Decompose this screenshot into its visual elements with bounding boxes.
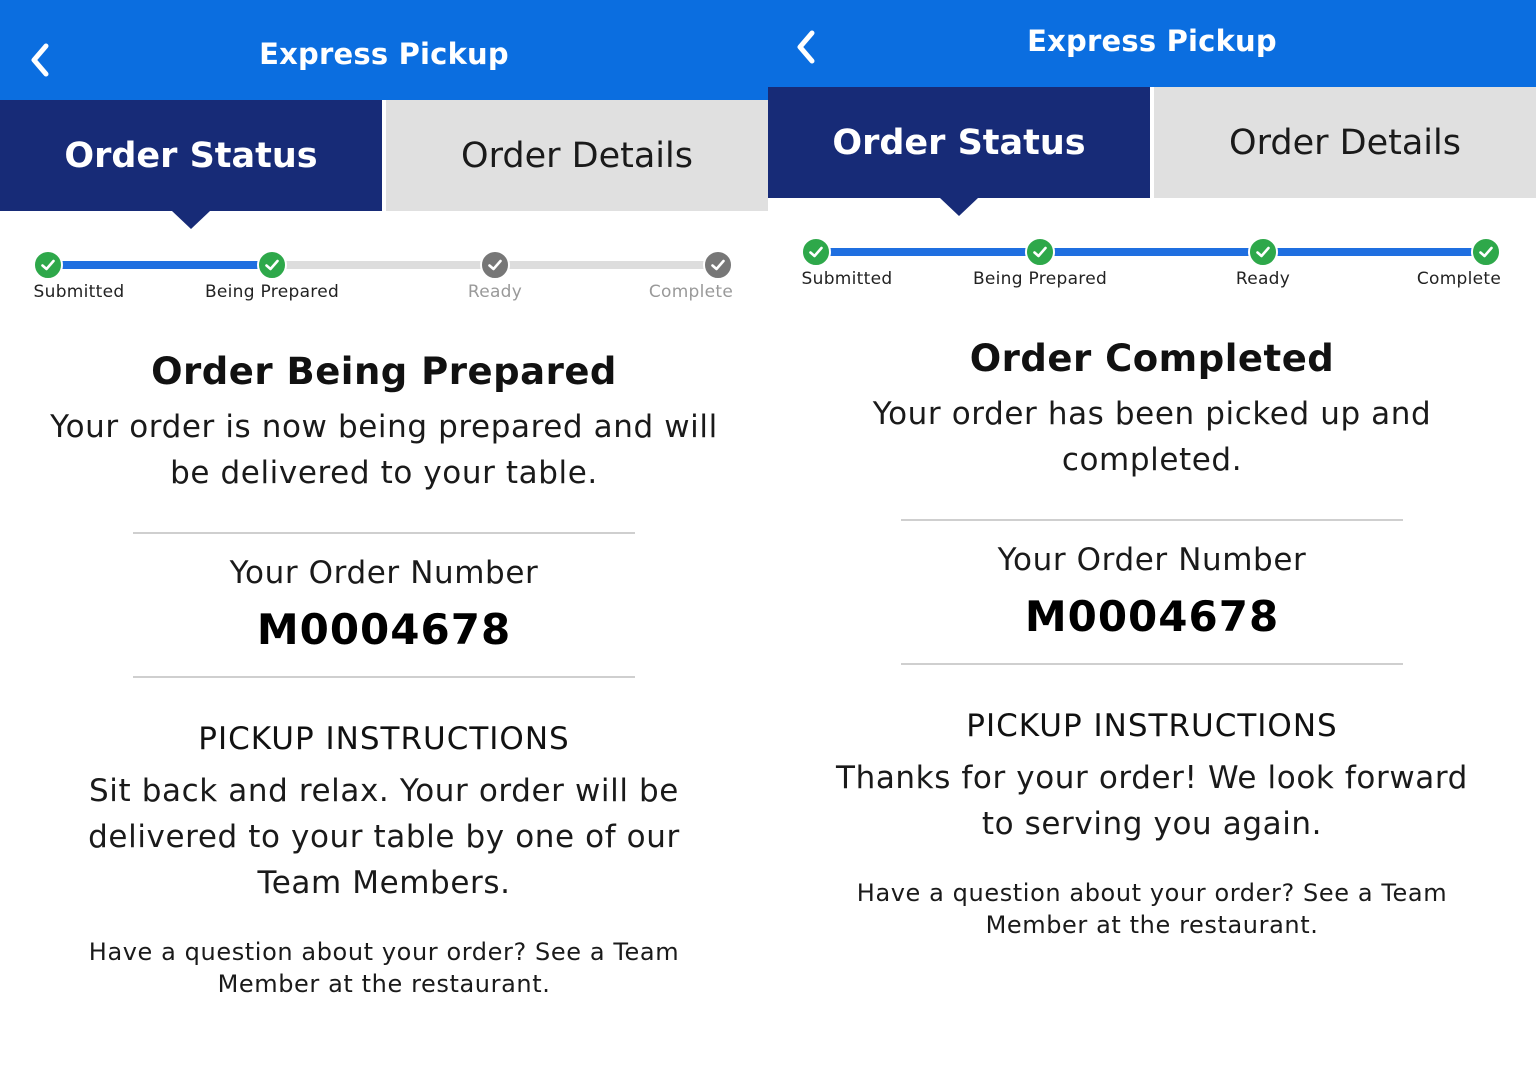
order-number-label: Your Order Number: [997, 542, 1307, 578]
check-icon: [488, 259, 502, 271]
order-number-label: Your Order Number: [229, 555, 539, 591]
order-number: M0004678: [256, 605, 512, 654]
check-icon: [1479, 246, 1493, 258]
help-text: Have a question about your order? See a …: [856, 879, 1448, 939]
active-tab-pointer: [940, 198, 978, 216]
pickup-instructions-title: PICKUP INSTRUCTIONS: [198, 721, 570, 757]
step-indicator: [33, 250, 63, 280]
step-indicator: [703, 250, 733, 280]
status-message: Your order is now being prepared and wil…: [50, 409, 718, 491]
check-icon: [1033, 246, 1047, 258]
progress-segment: [272, 261, 495, 269]
divider: [901, 663, 1403, 665]
page-title: Express Pickup: [259, 37, 509, 71]
header-bar: Express Pickup: [0, 0, 768, 100]
divider: [901, 519, 1403, 521]
order-number: M0004678: [1024, 592, 1280, 641]
status-heading: Order Completed: [969, 337, 1335, 380]
tab-order-details[interactable]: Order Details: [386, 100, 768, 211]
page-title: Express Pickup: [1027, 24, 1277, 58]
active-tab-pointer: [172, 211, 210, 229]
step-label: Being Prepared: [972, 269, 1108, 289]
progress-segment: [1040, 248, 1263, 256]
step-label: Complete: [1416, 269, 1502, 289]
tab-order-status[interactable]: Order Status: [0, 100, 382, 229]
check-icon: [809, 246, 823, 258]
status-heading: Order Being Prepared: [151, 350, 617, 393]
header-bar: Express Pickup: [768, 0, 1536, 87]
check-icon: [265, 259, 279, 271]
progress-segment: [1263, 248, 1486, 256]
divider: [133, 676, 635, 678]
progress-segment: [495, 261, 718, 269]
step-indicator: [257, 250, 287, 280]
step-indicator: [480, 250, 510, 280]
step-indicator: [1471, 237, 1501, 267]
step-indicator: [1248, 237, 1278, 267]
step-label: Submitted: [33, 282, 125, 302]
progress-segment: [48, 261, 272, 269]
pickup-instructions-title: PICKUP INSTRUCTIONS: [966, 708, 1338, 744]
tab-order-status-label: Order Status: [832, 122, 1086, 163]
tab-order-details[interactable]: Order Details: [1154, 87, 1536, 198]
check-icon: [41, 259, 55, 271]
check-icon: [711, 259, 725, 271]
pickup-instructions-text: Thanks for your order! We look forward t…: [836, 760, 1468, 842]
progress-tracker: Submitted Being Prepared Ready Complete: [0, 248, 768, 308]
tab-order-status[interactable]: Order Status: [768, 87, 1150, 216]
step-label: Ready: [1235, 269, 1291, 289]
step-label: Submitted: [801, 269, 893, 289]
step-label: Complete: [648, 282, 734, 302]
order-status-screen-completed: Express Pickup Order Status Order Detail…: [768, 0, 1536, 1086]
tab-order-status-label: Order Status: [64, 135, 318, 176]
tab-bar: Order Status Order Details: [0, 100, 768, 229]
order-status-screen-preparing: Express Pickup Order Status Order Detail…: [0, 0, 768, 1086]
progress-segment: [816, 248, 1040, 256]
step-indicator: [1025, 237, 1055, 267]
divider: [133, 532, 635, 534]
tab-order-details-label: Order Details: [1229, 122, 1461, 163]
tab-bar: Order Status Order Details: [768, 87, 1536, 216]
help-text: Have a question about your order? See a …: [88, 938, 680, 998]
step-label: Being Prepared: [204, 282, 340, 302]
check-icon: [1256, 246, 1270, 258]
status-message: Your order has been picked up and comple…: [872, 396, 1432, 478]
step-indicator: [801, 237, 831, 267]
step-label: Ready: [467, 282, 523, 302]
tab-order-details-label: Order Details: [461, 135, 693, 176]
progress-tracker: Submitted Being Prepared Ready Complete: [768, 235, 1536, 295]
pickup-instructions-text: Sit back and relax. Your order will be d…: [88, 773, 680, 901]
